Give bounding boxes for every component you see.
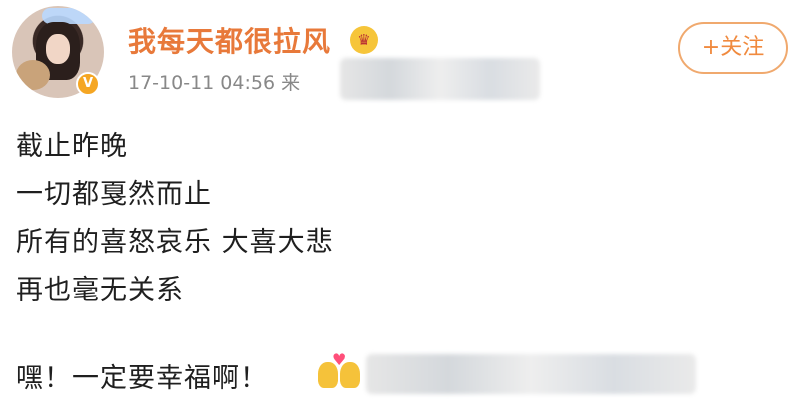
verified-badge-icon: V xyxy=(76,72,100,96)
post-source-prefix: 来 xyxy=(281,72,301,94)
post-text-line: 再也毫无关系 xyxy=(16,275,184,306)
post-text-line: 一切都戛然而止 xyxy=(16,179,212,210)
post-text-line: 嘿！一定要幸福啊！ xyxy=(16,363,268,394)
post-timestamp[interactable]: 17-10-11 04:56 xyxy=(128,72,275,94)
blurred-text xyxy=(366,354,696,394)
post-text-line: 所有的喜怒哀乐 大喜大悲 xyxy=(16,227,334,258)
couple-with-heart-icon: ♥ xyxy=(316,350,362,390)
crown-icon: ♛ xyxy=(350,26,378,54)
follow-button[interactable]: +关注 xyxy=(678,22,788,74)
post-text-line: 截止昨晚 xyxy=(16,131,128,162)
username-link[interactable]: 我每天都很拉风 xyxy=(128,20,331,60)
blurred-source xyxy=(340,58,540,100)
post-meta: 17-10-11 04:56 来 xyxy=(128,68,300,95)
